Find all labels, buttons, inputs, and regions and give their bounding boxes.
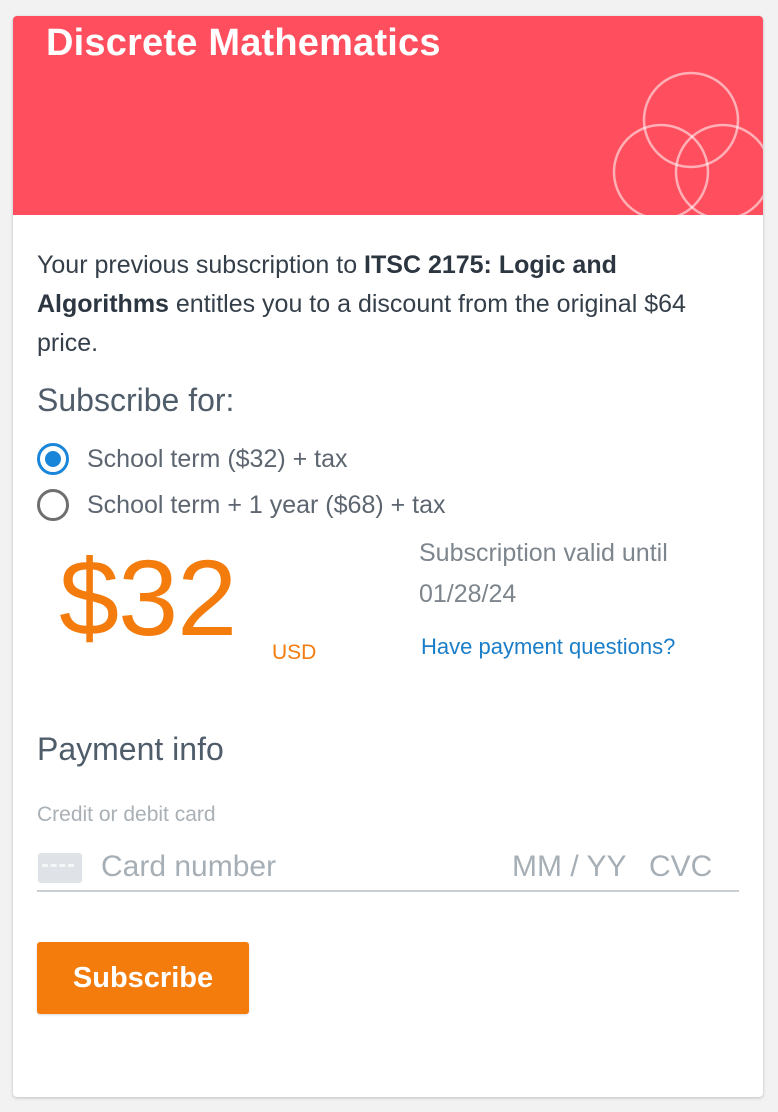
option-school-term[interactable]: School term ($32) + tax <box>37 441 348 477</box>
discount-message: Your previous subscription to ITSC 2175:… <box>37 246 717 363</box>
credit-card-icon <box>38 853 82 883</box>
price-currency: USD <box>272 641 317 664</box>
venn-diagram-icon <box>612 71 763 220</box>
card-input-field[interactable]: Card number MM / YY CVC <box>37 846 739 892</box>
course-title: Discrete Mathematics <box>46 22 441 64</box>
validity-date: 01/28/24 <box>419 580 517 608</box>
card-header: Discrete Mathematics <box>13 16 763 220</box>
radio-unchecked-icon[interactable] <box>37 489 69 521</box>
subscribe-for-heading: Subscribe for: <box>37 382 235 418</box>
validity-label: Subscription valid until <box>419 539 668 567</box>
payment-questions-link[interactable]: Have payment questions? <box>421 634 675 660</box>
intro-prefix: Your previous subscription to <box>37 251 365 279</box>
option-school-term-plus-year-label: School term + 1 year ($68) + tax <box>87 490 446 519</box>
expiry-input[interactable]: MM / YY <box>512 850 626 884</box>
card-number-input[interactable]: Card number <box>101 850 276 884</box>
price-amount: $32 <box>59 537 237 658</box>
subscription-validity: Subscription valid until 01/28/24 <box>419 533 739 615</box>
payment-info-heading: Payment info <box>37 731 224 767</box>
subscribe-button[interactable]: Subscribe <box>37 942 249 1014</box>
option-school-term-plus-year[interactable]: School term + 1 year ($68) + tax <box>37 487 446 523</box>
card-field-label: Credit or debit card <box>37 803 216 826</box>
cvc-input[interactable]: CVC <box>649 850 712 884</box>
option-school-term-label: School term ($32) + tax <box>87 444 348 473</box>
radio-checked-icon[interactable] <box>37 443 69 475</box>
subscription-card: Discrete Mathematics Your previous subsc… <box>13 16 763 1097</box>
